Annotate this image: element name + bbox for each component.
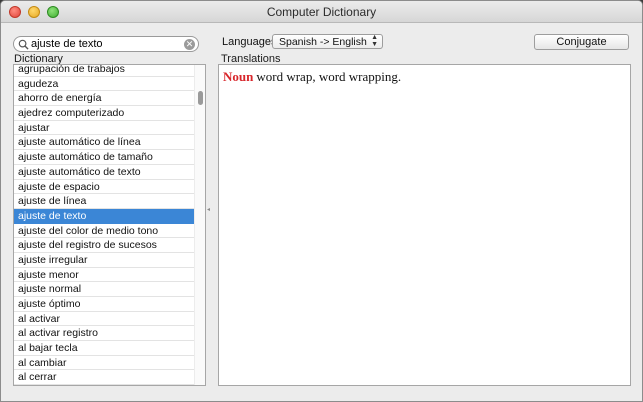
list-item[interactable]: ajuste automático de tamaño xyxy=(14,150,195,165)
title-bar: Computer Dictionary xyxy=(1,1,642,23)
translation-entry: Noun word wrap, word wrapping. xyxy=(223,69,401,85)
list-item[interactable]: al cerrar xyxy=(14,370,195,385)
translations-pane: Noun word wrap, word wrapping. xyxy=(218,64,631,386)
dictionary-items: agrupación de trabajos agudeza ahorro de e… xyxy=(14,65,195,385)
part-of-speech: Noun xyxy=(223,69,254,84)
list-item[interactable]: ajuste del color de medio tono xyxy=(14,224,195,239)
list-item[interactable]: ajuste menor xyxy=(14,268,195,283)
list-item[interactable]: ajuste de espacio xyxy=(14,180,195,195)
list-item[interactable]: al activar xyxy=(14,312,195,327)
list-item[interactable]: ajuste automático de línea xyxy=(14,135,195,151)
split-view-handle-icon[interactable]: ◂ xyxy=(207,206,210,213)
search-input[interactable]: ajuste de texto xyxy=(31,38,103,50)
language-select[interactable]: Spanish -> English ▲ ▼ xyxy=(272,34,383,49)
list-item[interactable]: al activar registro xyxy=(14,326,195,342)
dictionary-scrollbar[interactable] xyxy=(194,65,205,385)
list-item[interactable]: ajuste del registro de sucesos xyxy=(14,238,195,253)
language-select-value: Spanish -> English xyxy=(279,36,367,48)
languages-label: Languages: xyxy=(222,36,280,48)
scrollbar-thumb[interactable] xyxy=(198,91,203,105)
list-item[interactable]: ajustar xyxy=(14,121,195,136)
select-arrows-icon: ▲ ▼ xyxy=(371,34,378,48)
list-item[interactable]: agrupación de trabajos xyxy=(14,65,195,77)
list-item[interactable]: ahorro de energía xyxy=(14,91,195,107)
list-item[interactable]: ajuste normal xyxy=(14,282,195,297)
list-item[interactable]: ajuste óptimo xyxy=(14,297,195,312)
window-title: Computer Dictionary xyxy=(266,5,377,19)
dictionary-list[interactable]: agrupación de trabajos agudeza ahorro de e… xyxy=(13,64,206,386)
list-item[interactable]: ajuste automático de texto xyxy=(14,165,195,180)
list-item[interactable]: ajuste de texto xyxy=(14,208,195,224)
list-item[interactable]: ajuste irregular xyxy=(14,253,195,268)
app-window: Computer Dictionary ajuste de texto ✕ Di… xyxy=(0,0,643,402)
list-item[interactable]: al cambiar xyxy=(14,356,195,371)
conjugate-button[interactable]: Conjugate xyxy=(534,34,629,50)
list-item[interactable]: al bajar tecla xyxy=(14,341,195,356)
clear-search-icon[interactable]: ✕ xyxy=(184,39,195,50)
list-item[interactable]: ajuste de línea xyxy=(14,194,195,209)
translation-text: word wrap, word wrapping. xyxy=(256,69,402,84)
search-field[interactable]: ajuste de texto ✕ xyxy=(13,36,199,52)
list-item[interactable]: agudeza xyxy=(14,77,195,92)
list-item[interactable]: ajedrez computerizado xyxy=(14,106,195,121)
search-icon xyxy=(18,39,29,50)
